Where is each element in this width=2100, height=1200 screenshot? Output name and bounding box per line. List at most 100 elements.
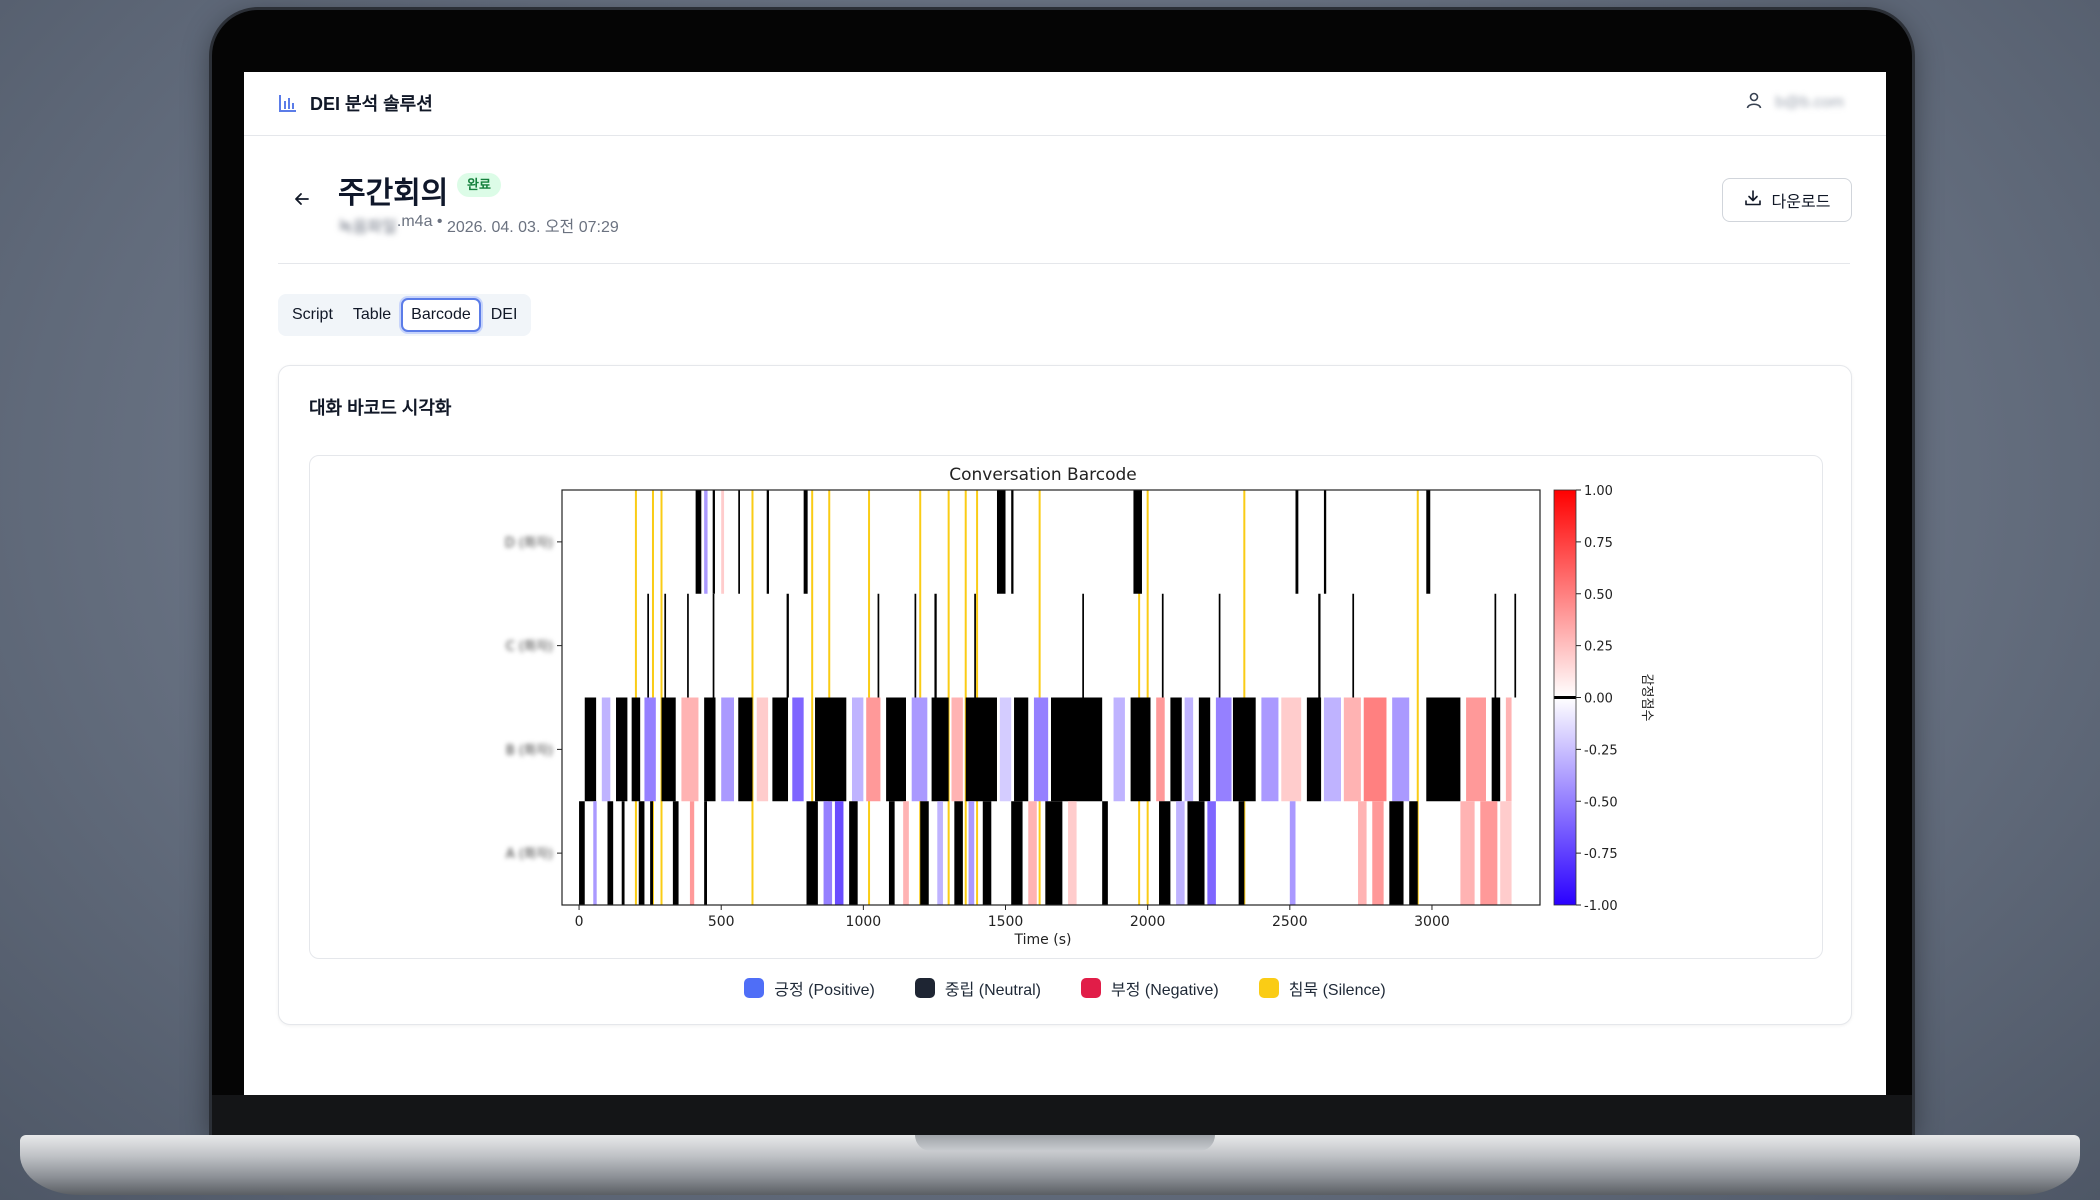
- view-tabs: Script Table Barcode DEI: [278, 294, 532, 336]
- speech-segment: [689, 801, 695, 905]
- legend-label-silence: 침묵 (Silence): [1288, 982, 1386, 999]
- x-tick-label: 2000: [1130, 914, 1166, 930]
- speech-segment: [999, 697, 1012, 802]
- speech-segment: [1082, 593, 1084, 698]
- speech-segment: [954, 801, 963, 905]
- speech-segment: [1494, 593, 1497, 698]
- tab-barcode[interactable]: Barcode: [401, 298, 481, 332]
- app-title: DEI 분석 솔루션: [310, 94, 433, 114]
- speech-segment: [1170, 697, 1182, 802]
- status-badge: 완료: [457, 173, 501, 197]
- user-email: b@b.com: [1775, 93, 1844, 111]
- file-meta: 녹음파일 .m4a • 2026. 04. 03. 오전 07:29: [338, 213, 619, 237]
- speech-segment: [903, 801, 909, 905]
- speech-segment: [1051, 697, 1103, 802]
- speech-segment: [1323, 490, 1327, 594]
- speech-segment: [1133, 490, 1142, 594]
- tab-script[interactable]: Script: [282, 298, 343, 332]
- speech-segment: [704, 801, 707, 905]
- laptop-chin: [212, 1095, 1912, 1135]
- speech-segment: [996, 490, 1006, 594]
- speech-segment: [1281, 697, 1302, 802]
- speech-segment: [1068, 801, 1077, 905]
- x-tick-label: 1000: [846, 914, 882, 930]
- speech-segment: [806, 801, 818, 905]
- legend-item-neutral: 중립 (Neutral): [914, 976, 1041, 1000]
- speech-segment: [937, 801, 943, 905]
- speech-segment: [914, 593, 917, 698]
- header-divider: [278, 263, 1850, 264]
- user-menu[interactable]: b@b.com: [1745, 91, 1844, 114]
- speech-segment: [792, 697, 804, 802]
- user-icon: [1745, 91, 1763, 114]
- tab-dei[interactable]: DEI: [481, 298, 528, 332]
- tab-table[interactable]: Table: [343, 298, 401, 332]
- speech-segment: [920, 801, 929, 905]
- legend-item-negative: 부정 (Negative): [1080, 976, 1219, 1000]
- section-title: 대화 바코드 시각화: [309, 398, 452, 418]
- speech-segment: [650, 801, 653, 905]
- speech-segment: [704, 697, 716, 802]
- laptop-notch: [915, 1135, 1215, 1151]
- x-tick-label: 3000: [1414, 914, 1450, 930]
- x-tick-label: 500: [708, 914, 735, 930]
- speech-segment: [1130, 697, 1151, 802]
- speech-segment: [695, 490, 702, 594]
- speech-segment: [661, 697, 676, 802]
- legend-swatch-neutral: [914, 978, 935, 998]
- speech-segment: [607, 801, 614, 905]
- speech-segment: [1232, 697, 1256, 802]
- speech-segment: [982, 801, 992, 905]
- speech-segment: [1207, 801, 1216, 905]
- legend-item-silence: 침묵 (Silence): [1258, 976, 1386, 1000]
- speech-segment: [1491, 697, 1501, 802]
- legend-swatch-negative: [1080, 978, 1101, 998]
- speech-segment: [1343, 697, 1361, 802]
- speech-segment: [601, 697, 611, 802]
- speech-segment: [866, 697, 881, 802]
- barcode-chart: Conversation Barcode D (화자) C (화자) B (화자) A…: [505, 465, 1654, 948]
- colorbar-tick-label: -0.25: [1584, 743, 1618, 758]
- page-title: 주간회의: [338, 177, 449, 210]
- download-icon: [1744, 189, 1762, 212]
- meta-separator: •: [432, 213, 447, 230]
- speech-segment: [1505, 697, 1512, 802]
- speech-segment: [823, 801, 833, 905]
- download-label: 다운로드: [1771, 194, 1831, 211]
- legend: 긍정 (Positive) 중립 (Neutral) 부정 (Negative)…: [279, 976, 1851, 1000]
- y-tick-label: D (화자): [505, 536, 553, 551]
- speech-segment: [1352, 593, 1355, 698]
- speech-segment: [647, 593, 649, 698]
- speech-segment: [631, 697, 641, 802]
- speech-segment: [1389, 801, 1404, 905]
- speech-segment: [1014, 697, 1029, 802]
- speech-segment: [672, 801, 679, 905]
- speech-segment: [1011, 801, 1023, 905]
- speech-segment: [687, 593, 689, 698]
- speech-segment: [712, 490, 715, 594]
- speech-segment: [1113, 697, 1125, 802]
- speech-segment: [738, 697, 753, 802]
- download-button[interactable]: 다운로드: [1722, 178, 1852, 222]
- recorded-datetime: 2026. 04. 03. 오전 07:29: [446, 219, 619, 236]
- speech-segment: [1514, 593, 1517, 698]
- speech-segment: [1045, 801, 1063, 905]
- bar-chart-icon: [278, 93, 298, 113]
- speech-segment: [1500, 801, 1512, 905]
- speech-segment: [1261, 697, 1279, 802]
- brand[interactable]: DEI 분석 솔루션: [278, 90, 433, 116]
- speech-segment: [1161, 593, 1164, 698]
- speech-segment: [579, 801, 585, 905]
- speech-segment: [1033, 697, 1049, 802]
- speech-segment: [888, 801, 895, 905]
- speech-segment: [593, 801, 597, 905]
- speech-segment: [1011, 490, 1014, 594]
- colorbar-tick-label: 0.25: [1584, 640, 1613, 655]
- speech-segment: [1156, 697, 1165, 802]
- speech-segment: [1409, 801, 1418, 905]
- speech-segment: [772, 697, 789, 802]
- back-button[interactable]: [288, 187, 316, 215]
- legend-swatch-positive: [744, 978, 765, 998]
- speech-segment: [1295, 490, 1299, 594]
- speech-segment: [1323, 697, 1341, 802]
